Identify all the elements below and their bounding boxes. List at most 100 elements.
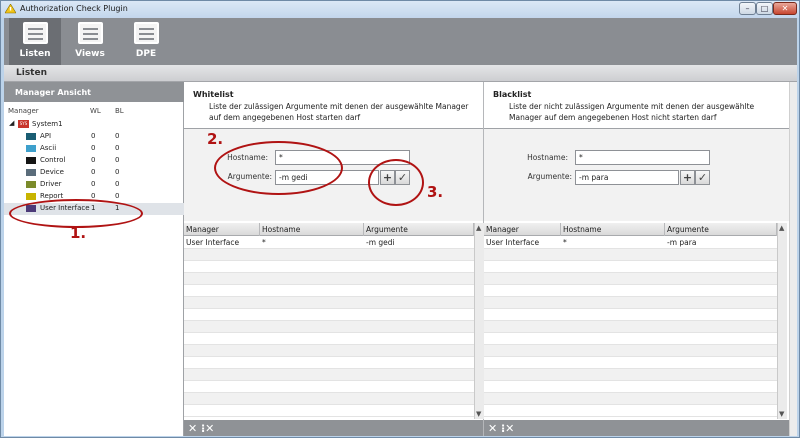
section-header: Listen: [4, 65, 797, 82]
blacklist-actions: ✕ ⁝✕: [484, 420, 789, 436]
tree-item-label: API: [40, 132, 52, 140]
cell-manager: User Interface: [186, 238, 240, 247]
tree-item-device[interactable]: Device 0 0: [4, 167, 184, 179]
tree-item-label: Device: [40, 168, 64, 176]
table-row-empty: [184, 393, 474, 405]
annotation-number-2: 2.: [207, 130, 224, 148]
scroll-down-icon[interactable]: ▼: [476, 410, 481, 418]
table-header: Manager Hostname Argumente: [484, 223, 777, 236]
tree-item-bl: 0: [115, 132, 120, 140]
delete-icon[interactable]: ✕: [188, 422, 197, 435]
argumente-label: Argumente:: [527, 172, 572, 181]
tree-item-bl: 0: [115, 144, 120, 152]
table-row-empty: [484, 297, 777, 309]
table-row-empty: [184, 285, 474, 297]
tree-item-ascii[interactable]: Ascii 0 0: [4, 143, 184, 155]
minimize-button[interactable]: –: [739, 2, 756, 15]
whitelist-scrollbar[interactable]: ▲ ▼: [474, 223, 484, 419]
table-row-empty: [184, 345, 474, 357]
tree-item-label: Ascii: [40, 144, 57, 152]
tab-listen-label: Listen: [19, 49, 51, 59]
scroll-up-icon[interactable]: ▲: [476, 224, 481, 232]
table-row-empty: [184, 357, 474, 369]
table-row-empty: [484, 321, 777, 333]
blacklist-panel: Blacklist Liste der nicht zulässigen Arg…: [484, 82, 789, 436]
driver-icon: [26, 181, 36, 188]
blacklist-title: Blacklist: [493, 90, 532, 99]
table-row-empty: [184, 381, 474, 393]
table-row-empty: [484, 249, 777, 261]
tree-item-driver[interactable]: Driver 0 0: [4, 179, 184, 191]
maximize-button[interactable]: □: [756, 2, 773, 15]
app-icon: [5, 4, 16, 14]
table-row-empty: [484, 369, 777, 381]
api-icon: [26, 133, 36, 140]
window-content: Listen Views DPE Listen Manager Ansicht …: [4, 18, 797, 436]
delete-all-icon[interactable]: ⁝✕: [501, 422, 514, 435]
col-hostname[interactable]: Hostname: [561, 223, 665, 236]
table-row[interactable]: User Interface * -m gedi: [184, 237, 474, 249]
col-argumente[interactable]: Argumente: [665, 223, 777, 236]
table-row-empty: [484, 345, 777, 357]
confirm-button[interactable]: ✓: [695, 170, 710, 185]
cell-hostname: *: [262, 238, 266, 247]
tree-item-label: Driver: [40, 180, 62, 188]
report-icon: [26, 193, 36, 200]
window-frame: Authorization Check Plugin – □ ✕ Listen …: [0, 0, 800, 438]
blacklist-description: Liste der nicht zulässigen Argumente mit…: [509, 102, 755, 122]
hostname-label: Hostname:: [527, 153, 568, 162]
blacklist-scrollbar[interactable]: ▲ ▼: [777, 223, 787, 419]
tree-item-api[interactable]: API 0 0: [4, 131, 184, 143]
whitelist-panel: Whitelist Liste der zulässigen Argumente…: [184, 82, 484, 436]
annotation-number-3: 3.: [427, 183, 444, 201]
views-icon: [78, 22, 103, 44]
tree-item-control[interactable]: Control 0 0: [4, 155, 184, 167]
delete-all-icon[interactable]: ⁝✕: [201, 422, 214, 435]
whitelist-table: Manager Hostname Argumente User Interfac…: [184, 223, 474, 419]
tab-dpe[interactable]: DPE: [120, 18, 172, 65]
table-header: Manager Hostname Argumente: [184, 223, 474, 236]
delete-icon[interactable]: ✕: [488, 422, 497, 435]
table-row-empty: [184, 309, 474, 321]
col-manager[interactable]: Manager: [184, 223, 260, 236]
argumente-input[interactable]: -m para: [575, 170, 679, 185]
tree-system1[interactable]: ◢ SYS System1: [4, 119, 184, 131]
add-button[interactable]: +: [680, 170, 695, 185]
hostname-input[interactable]: *: [575, 150, 710, 165]
whitelist-actions: ✕ ⁝✕: [184, 420, 483, 436]
system-label: System1: [32, 120, 63, 128]
list-icon: [23, 22, 48, 44]
collapse-icon[interactable]: ◢: [9, 119, 14, 127]
table-row-empty: [484, 309, 777, 321]
scroll-up-icon[interactable]: ▲: [779, 224, 784, 232]
tree-item-wl: 0: [91, 144, 96, 152]
tab-views-label: Views: [75, 49, 105, 59]
close-button[interactable]: ✕: [773, 2, 797, 15]
tree-item-wl: 0: [91, 132, 96, 140]
tree-item-bl: 0: [115, 192, 120, 200]
blacklist-form: Hostname: * Argumente: -m para + ✓: [484, 129, 789, 221]
col-bl: BL: [115, 107, 124, 115]
col-argumente[interactable]: Argumente: [364, 223, 474, 236]
manager-panel-header: Manager Ansicht: [4, 82, 184, 102]
table-row-empty: [184, 321, 474, 333]
window-scrollbar[interactable]: [789, 82, 797, 436]
tab-views[interactable]: Views: [64, 18, 116, 65]
tree-item-bl: 0: [115, 168, 120, 176]
table-row-empty: [184, 333, 474, 345]
table-row-empty: [184, 369, 474, 381]
cell-manager: User Interface: [486, 238, 540, 247]
table-row-empty: [184, 261, 474, 273]
main-toolbar: Listen Views DPE: [4, 18, 797, 65]
tree-item-bl: 0: [115, 156, 120, 164]
col-hostname[interactable]: Hostname: [260, 223, 364, 236]
table-row-empty: [484, 393, 777, 405]
tab-listen[interactable]: Listen: [9, 18, 61, 65]
tree-item-wl: 0: [91, 156, 96, 164]
col-manager[interactable]: Manager: [484, 223, 561, 236]
control-icon: [26, 157, 36, 164]
device-icon: [26, 169, 36, 176]
title-bar: Authorization Check Plugin – □ ✕: [1, 1, 799, 18]
scroll-down-icon[interactable]: ▼: [779, 410, 784, 418]
table-row[interactable]: User Interface * -m para: [484, 237, 777, 249]
